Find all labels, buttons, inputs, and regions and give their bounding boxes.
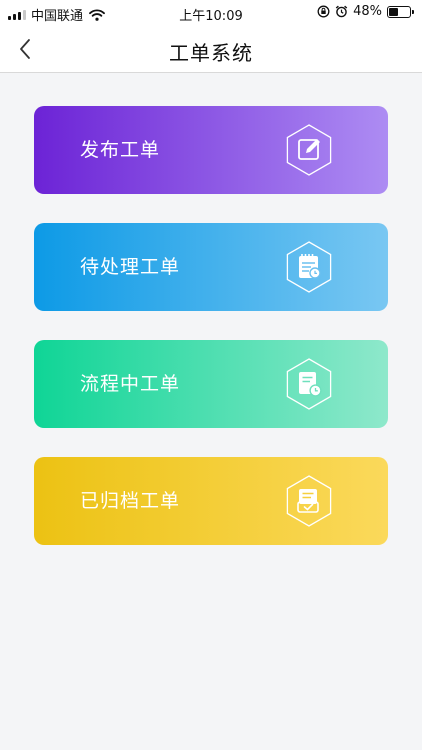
page-title: 工单系统 <box>169 41 253 65</box>
battery-level <box>389 7 398 16</box>
card-label: 已归档工单 <box>80 490 181 512</box>
card-list: 发布工单 待处理工单 流程中工单 已归档工单 <box>34 106 388 574</box>
archived-doc-icon <box>286 475 332 527</box>
status-right: 48% <box>317 4 414 19</box>
status-bar: 中国联通 上午10:09 48% <box>0 0 422 26</box>
pending-ticket-card[interactable]: 待处理工单 <box>34 223 388 311</box>
alarm-icon <box>335 5 348 18</box>
rotation-lock-icon <box>317 5 330 18</box>
in-progress-doc-icon <box>286 358 332 410</box>
archived-ticket-card[interactable]: 已归档工单 <box>34 457 388 545</box>
card-label: 流程中工单 <box>80 373 181 395</box>
battery-icon <box>387 5 411 18</box>
nav-bar: 工单系统 <box>0 26 422 73</box>
edit-icon <box>286 124 332 176</box>
pending-list-icon <box>286 241 332 293</box>
card-label: 待处理工单 <box>80 256 181 278</box>
in-progress-ticket-card[interactable]: 流程中工单 <box>34 340 388 428</box>
card-label: 发布工单 <box>80 139 161 161</box>
publish-ticket-card[interactable]: 发布工单 <box>34 106 388 194</box>
battery-percent: 48% <box>353 4 382 19</box>
battery-cap <box>412 9 414 14</box>
